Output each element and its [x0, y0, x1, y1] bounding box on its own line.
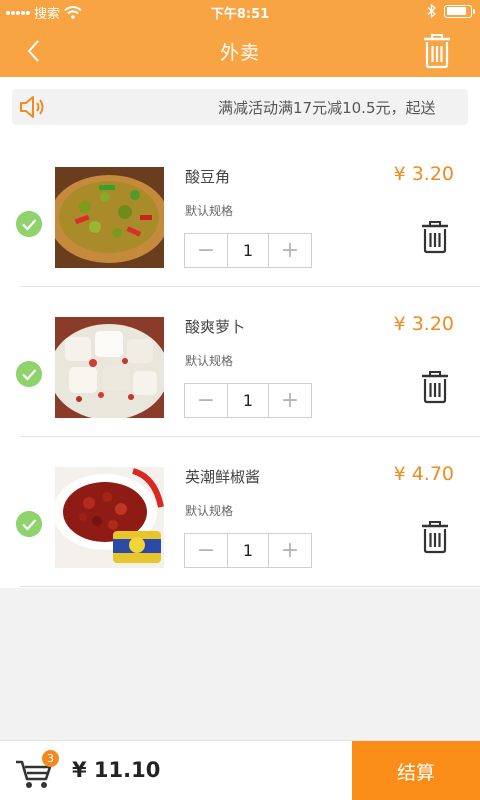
minus-icon: −: [196, 538, 216, 563]
bottom-bar: 3 ¥ 11.10 结算: [0, 740, 480, 800]
minus-button[interactable]: −: [185, 534, 227, 567]
minus-icon: −: [196, 388, 216, 413]
cart-item: 酸爽萝卜 默认规格 − 1 + ¥ 3.20: [0, 287, 480, 437]
check-icon[interactable]: [16, 361, 42, 387]
item-image-pickled-radish: [55, 317, 164, 418]
minus-button[interactable]: −: [185, 384, 227, 417]
notice-section: 满减活动满17元减10.5元，起送: [0, 77, 480, 137]
item-spec: 默认规格: [185, 354, 234, 368]
status-time: 下午8:51: [210, 7, 270, 22]
check-icon[interactable]: [16, 511, 42, 537]
checkout-button[interactable]: 结算: [352, 741, 480, 800]
quantity-stepper: − 1 +: [184, 233, 312, 268]
quantity-value: 1: [227, 384, 269, 417]
plus-button[interactable]: +: [269, 384, 311, 417]
item-name: 英潮鲜椒酱: [185, 468, 261, 486]
cart-item: 英潮鲜椒酱 默认规格 − 1 + ¥ 4.70: [0, 437, 480, 587]
speaker-icon: [20, 96, 44, 118]
item-price: ¥ 3.20: [393, 163, 454, 185]
clear-cart-trash-icon[interactable]: [422, 33, 452, 69]
minus-button[interactable]: −: [185, 234, 227, 267]
nav-bar: 外卖: [0, 24, 480, 77]
trash-icon[interactable]: [421, 220, 449, 254]
quantity-stepper: − 1 +: [184, 533, 312, 568]
page-title: 外卖: [219, 42, 260, 64]
trash-icon[interactable]: [421, 370, 449, 404]
plus-button[interactable]: +: [269, 534, 311, 567]
check-icon[interactable]: [16, 211, 42, 237]
minus-icon: −: [196, 238, 216, 263]
cart-list: 酸豆角 默认规格 − 1 + ¥ 3.20 酸爽萝卜 默认规格 − 1 + ¥ …: [0, 137, 480, 588]
status-right: [427, 4, 475, 18]
battery-icon: [444, 4, 475, 18]
trash-icon[interactable]: [421, 520, 449, 554]
item-price: ¥ 3.20: [393, 313, 454, 335]
plus-icon: +: [280, 238, 300, 263]
item-spec: 默认规格: [185, 504, 234, 518]
quantity-value: 1: [227, 234, 269, 267]
plus-icon: +: [280, 388, 300, 413]
item-spec: 默认规格: [185, 204, 234, 218]
plus-icon: +: [280, 538, 300, 563]
divider: [20, 586, 480, 587]
quantity-value: 1: [227, 534, 269, 567]
total-price: ¥ 11.10: [72, 758, 161, 782]
item-name: 酸豆角: [185, 168, 231, 186]
quantity-stepper: − 1 +: [184, 383, 312, 418]
cart-count-badge: 3: [42, 750, 59, 767]
plus-button[interactable]: +: [269, 234, 311, 267]
bluetooth-icon: [427, 4, 436, 18]
item-price: ¥ 4.70: [393, 463, 454, 485]
item-name: 酸爽萝卜: [185, 318, 246, 336]
notice-bar: 满减活动满17元减10.5元，起送: [12, 89, 468, 125]
status-bar: 搜索 下午8:51: [0, 0, 480, 24]
cart-item: 酸豆角 默认规格 − 1 + ¥ 3.20: [0, 137, 480, 287]
item-image-pickled-beans: [55, 167, 164, 268]
item-image-chili-sauce: [55, 467, 164, 568]
notice-text: 满减活动满17元减10.5元，起送: [218, 99, 436, 117]
